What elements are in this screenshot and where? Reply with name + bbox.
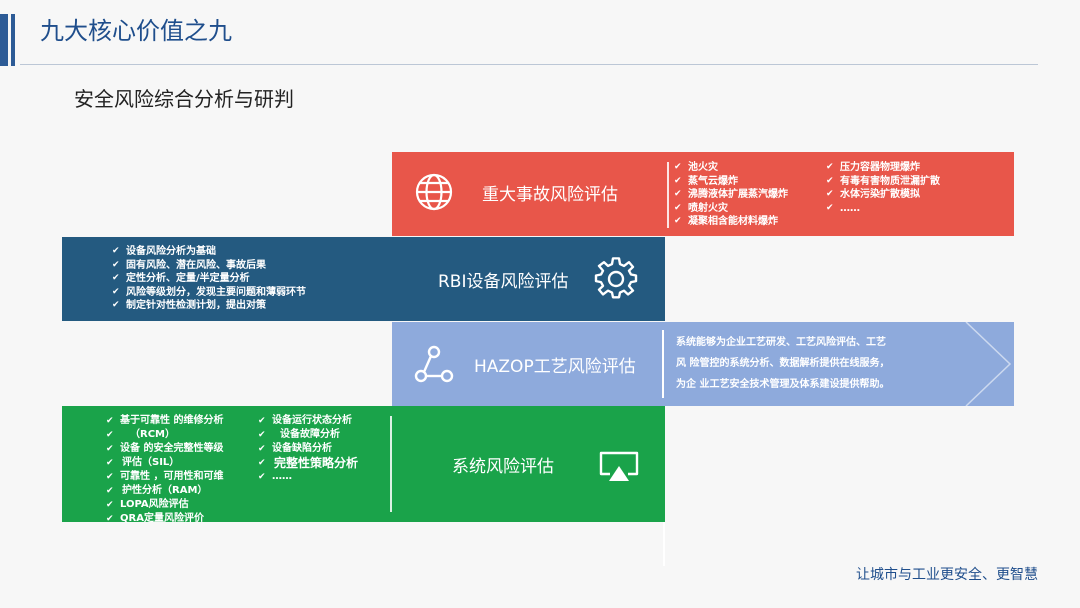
- list-item: 护性分析（RAM）: [106, 484, 223, 498]
- page-title: 九大核心价值之九: [40, 17, 232, 45]
- list-item: 有毒有害物质泄漏扩散: [826, 175, 940, 189]
- hazop-desc-line: 风 险管控的系统分析、数据解析提供在线服务，: [676, 358, 890, 369]
- list-item: 制定针对性检测计划，提出对策: [112, 299, 306, 313]
- list-item: 沸腾液体扩展蒸汽爆炸: [674, 188, 788, 202]
- list-item: 设备运行状态分析: [258, 414, 358, 428]
- hazop-description: 系统能够为企业工艺研发、工艺风险评估、工艺 风 险管控的系统分析、数据解析提供在…: [676, 332, 976, 395]
- page-subtitle: 安全风险综合分析与研判: [74, 87, 294, 111]
- major-accident-list-left: 池火灾 蒸气云爆炸 沸腾液体扩展蒸汽爆炸 喷射火灾 凝聚相含能材料爆炸: [674, 161, 788, 229]
- list-item: 评估（SIL）: [106, 456, 223, 470]
- hazop-desc-line: 为企 业工艺安全技术管理及体系建设提供帮助。: [676, 379, 890, 390]
- system-risk-band[interactable]: 基于可靠性 的维修分析 （RCM） 设备 的安全完整性等级 评估（SIL） 可靠…: [62, 406, 665, 526]
- band-divider: [390, 416, 392, 512]
- list-item: 固有风险、潜在风险、事故后果: [112, 259, 306, 273]
- list-item: 定性分析、定量/半定量分析: [112, 272, 306, 286]
- title-accent-bar: [0, 14, 8, 66]
- list-item: （RCM）: [106, 428, 223, 442]
- list-item: 池火灾: [674, 161, 788, 175]
- rbi-band[interactable]: 设备风险分析为基础 固有风险、潜在风险、事故后果 定性分析、定量/半定量分析 风…: [62, 237, 665, 321]
- list-item: 风险等级划分，发现主要问题和薄弱环节: [112, 286, 306, 300]
- list-item: 基于可靠性 的维修分析: [106, 414, 223, 428]
- rbi-list: 设备风险分析为基础 固有风险、潜在风险、事故后果 定性分析、定量/半定量分析 风…: [112, 245, 306, 313]
- title-divider: [20, 64, 1038, 65]
- title-accent-bar-thin: [11, 14, 15, 66]
- globe-icon: [415, 173, 453, 211]
- system-risk-list-right: 设备运行状态分析 设备故障分析 设备缺陷分析 完整性策略分析 ……: [258, 414, 358, 484]
- band-divider: [667, 162, 669, 228]
- list-item: 水体污染扩散模拟: [826, 188, 940, 202]
- list-item: QRA定量风险评价: [106, 512, 223, 526]
- list-item: 设备风险分析为基础: [112, 245, 306, 259]
- rbi-title: RBI设备风险评估: [438, 272, 569, 292]
- list-item: 凝聚相含能材料爆炸: [674, 215, 788, 229]
- system-risk-list-left: 基于可靠性 的维修分析 （RCM） 设备 的安全完整性等级 评估（SIL） 可靠…: [106, 414, 223, 526]
- list-item: ……: [826, 202, 940, 216]
- footer-slogan: 让城市与工业更安全、更智慧: [856, 567, 1038, 583]
- major-accident-list-right: 压力容器物理爆炸 有毒有害物质泄漏扩散 水体污染扩散模拟 ……: [826, 161, 940, 215]
- system-risk-title: 系统风险评估: [452, 457, 554, 477]
- share-nodes-icon: [414, 345, 454, 383]
- chevron-right-icon: [965, 322, 1012, 406]
- gear-icon: [594, 257, 638, 299]
- list-item: LOPA风险评估: [106, 498, 223, 512]
- list-item: 可靠性 ，可用性和可维: [106, 470, 223, 484]
- list-item: 蒸气云爆炸: [674, 175, 788, 189]
- list-item: 喷射火灾: [674, 202, 788, 216]
- major-accident-title: 重大事故风险评估: [482, 185, 618, 205]
- hazop-title: HAZOP工艺风险评估: [474, 357, 636, 377]
- list-item: 设备 的安全完整性等级: [106, 442, 223, 456]
- list-item: ……: [258, 470, 358, 484]
- major-accident-band[interactable]: 重大事故风险评估 池火灾 蒸气云爆炸 沸腾液体扩展蒸汽爆炸 喷射火灾 凝聚相含能…: [392, 152, 1014, 236]
- band-divider: [662, 330, 664, 398]
- list-item: 压力容器物理爆炸: [826, 161, 940, 175]
- list-item: 设备故障分析: [258, 428, 358, 442]
- hazop-desc-line: 系统能够为企业工艺研发、工艺风险评估、工艺: [676, 337, 886, 348]
- hazop-band[interactable]: HAZOP工艺风险评估 系统能够为企业工艺研发、工艺风险评估、工艺 风 险管控的…: [392, 322, 1014, 406]
- list-item: 设备缺陷分析: [258, 442, 358, 456]
- list-item: 完整性策略分析: [258, 456, 358, 470]
- connector-line: [663, 522, 665, 566]
- screen-cast-icon: [599, 451, 639, 481]
